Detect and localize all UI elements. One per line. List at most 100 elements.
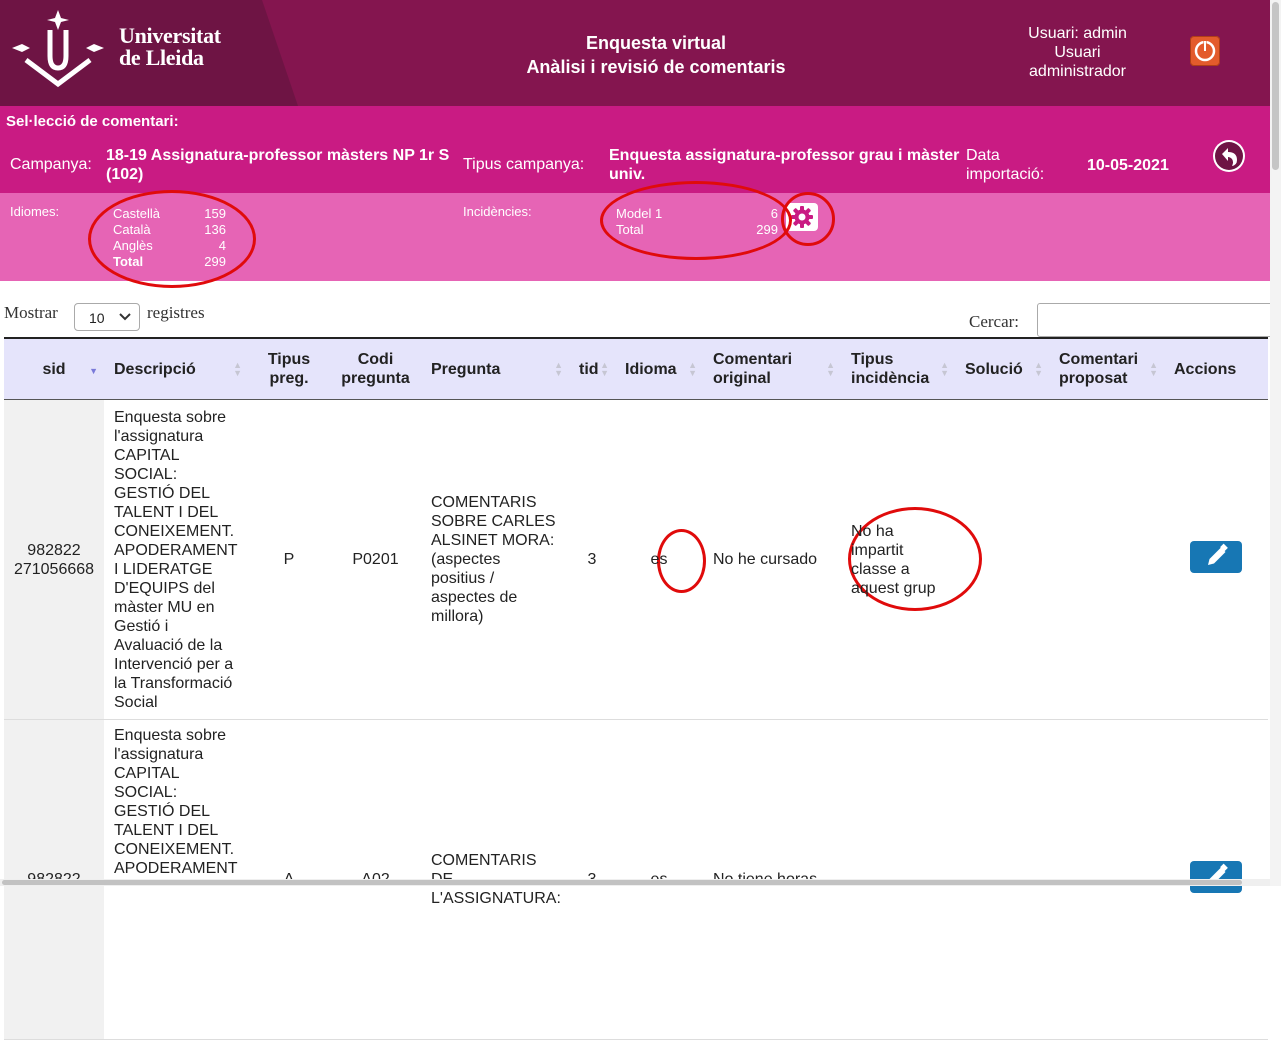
column-header-label: Codi pregunta: [341, 351, 410, 387]
languages-table: Castellà 159 Català 136 Anglès 4 Total 299: [113, 206, 226, 270]
cell-sid: 982822 271056668: [4, 399, 104, 720]
column-header-label: tid: [579, 360, 599, 378]
cell-descripcio: Enquesta sobre l'assignatura CAPITAL SOC…: [104, 399, 248, 720]
edit-button[interactable]: [1190, 541, 1242, 573]
incidents-settings-button[interactable]: [786, 203, 818, 231]
pencil-icon: [1208, 543, 1228, 565]
column-header-descripcio[interactable]: Descripció ▲ ▼: [104, 337, 248, 400]
column-header-label: Comentari proposat: [1059, 351, 1139, 387]
incident-row: Model 1 6: [616, 206, 778, 222]
column-header-tipus-preg[interactable]: Tipus preg.: [248, 337, 330, 400]
user-line3: administrador: [1029, 63, 1126, 80]
import-date-value: 10-05-2021: [1087, 157, 1169, 174]
column-header-label: Accions: [1174, 360, 1237, 378]
language-row: Total 299: [113, 254, 226, 270]
language-row: Castellà 159: [113, 206, 226, 222]
column-header-comentari[interactable]: Comentari original ▲ ▼: [703, 337, 841, 400]
sid-part1: 982822: [27, 541, 81, 559]
search-input[interactable]: [1037, 303, 1277, 337]
comments-table: sid ▼ Descripció ▲ ▼ Tipus preg. Codi pregu…: [4, 337, 1268, 1040]
app-header: Universitat de Lleida Enquesta virtual A…: [0, 0, 1270, 106]
column-header-label: Idioma: [625, 360, 677, 378]
incident-count: 299: [756, 222, 778, 237]
column-header-accions: Accions: [1164, 337, 1268, 400]
pencil-icon: [1208, 863, 1228, 885]
column-header-label: Tipus preg.: [267, 351, 311, 387]
logo-line2: de Lleida: [119, 45, 204, 70]
language-name: Català: [113, 222, 151, 237]
column-header-sid[interactable]: sid ▼: [4, 337, 104, 400]
incidents-label: Incidències:: [463, 204, 532, 219]
cell-tipus-incidencia: No ha impartit classe a aquest grup: [841, 399, 955, 720]
selection-title: Sel·lecció de comentari:: [6, 113, 179, 130]
page-title: Enquesta virtual Anàlisi i revisió de co…: [470, 31, 842, 79]
incident-name: Model 1: [616, 206, 663, 221]
column-header-idioma[interactable]: Idioma ▲ ▼: [615, 337, 703, 400]
campaign-type-label: Tipus campanya:: [463, 156, 585, 173]
logo-line1: Universitat: [119, 23, 221, 48]
cell-codi: P0201: [330, 399, 421, 720]
search-label: Cercar:: [969, 312, 1020, 331]
cell-tid: 3: [569, 399, 615, 720]
logout-button[interactable]: [1190, 36, 1220, 66]
edit-button[interactable]: [1190, 861, 1242, 893]
scrollbar-thumb[interactable]: [1272, 2, 1279, 170]
records-label: registres: [147, 303, 205, 322]
language-count: 159: [204, 206, 226, 221]
column-header-pregunta[interactable]: Pregunta ▲ ▼: [421, 337, 569, 400]
page-length-select[interactable]: 10: [74, 303, 140, 331]
sort-icon: ▲ ▼: [600, 360, 609, 378]
back-arrow-icon: [1215, 142, 1243, 170]
university-logo-text: Universitat de Lleida: [119, 25, 221, 69]
language-name: Castellà: [113, 206, 160, 221]
column-header-label: Comentari original: [713, 351, 793, 387]
campaign-label: Campanya:: [10, 156, 92, 173]
incidents-table: Model 1 6 Total 299: [616, 206, 778, 238]
user-line1: Usuari: admin: [1028, 25, 1127, 42]
sort-icon: ▲ ▼: [826, 360, 835, 378]
language-row: Català 136: [113, 222, 226, 238]
column-header-solucio[interactable]: Solució ▲ ▼: [955, 337, 1049, 400]
user-line2: Usuari: [1054, 44, 1101, 61]
sort-desc-icon: ▼: [89, 366, 98, 376]
column-header-proposat[interactable]: Comentari proposat ▲ ▼: [1049, 337, 1164, 400]
language-name: Total: [113, 254, 144, 269]
page-title-line1: Enquesta virtual: [585, 33, 727, 53]
campaign-type-value: Enquesta assignatura-professor grau i mà…: [609, 147, 960, 183]
language-count: 4: [218, 238, 226, 253]
scrollbar-thumb[interactable]: [2, 880, 1242, 885]
horizontal-scrollbar[interactable]: [0, 879, 1270, 886]
gear-icon: [791, 206, 813, 228]
chevron-down-icon: [119, 313, 131, 321]
selection-bar: Sel·lecció de comentari: Campanya: 18-19…: [0, 106, 1270, 193]
table-header-row: sid ▼ Descripció ▲ ▼ Tipus preg. Codi pregu…: [4, 337, 1268, 400]
page-title-line2: Anàlisi i revisió de comentaris: [526, 57, 786, 77]
sort-icon: ▲ ▼: [1149, 360, 1158, 378]
show-label: Mostrar: [4, 303, 58, 322]
university-logo-icon: [12, 10, 104, 88]
language-name: Anglès: [113, 238, 153, 253]
cell-idioma: es: [615, 399, 703, 720]
page-length-value: 10: [89, 310, 105, 326]
campaign-value: 18-19 Assignatura-professor màsters NP 1…: [106, 147, 450, 183]
user-info: Usuari: admin Usuari administrador: [1010, 24, 1145, 81]
back-button[interactable]: [1213, 140, 1245, 172]
column-header-label: sid: [42, 360, 66, 378]
sort-icon: ▲ ▼: [940, 360, 949, 378]
column-header-label: Solució: [965, 360, 1023, 378]
sort-icon: ▲ ▼: [1034, 360, 1043, 378]
column-header-label: Tipus incidència: [851, 351, 930, 387]
language-count: 299: [204, 254, 226, 269]
cell-comentari: No he cursado: [703, 399, 841, 720]
table-row: 982822 271056668 Enquesta sobre l'assigna…: [4, 399, 1268, 720]
cell-proposat: [1049, 399, 1164, 720]
import-date-label: Data importació:: [966, 147, 1045, 183]
power-icon: [1194, 39, 1216, 62]
column-header-tid[interactable]: tid ▲ ▼: [569, 337, 615, 400]
languages-label: Idiomes:: [10, 204, 60, 219]
vertical-scrollbar[interactable]: [1270, 0, 1281, 886]
cell-tipus-preg: P: [248, 399, 330, 720]
stats-bar: Idiomes: Castellà 159 Català 136 Anglès 4 T…: [0, 193, 1270, 281]
column-header-codi[interactable]: Codi pregunta: [330, 337, 421, 400]
column-header-tipus-incidencia[interactable]: Tipus incidència ▲ ▼: [841, 337, 955, 400]
